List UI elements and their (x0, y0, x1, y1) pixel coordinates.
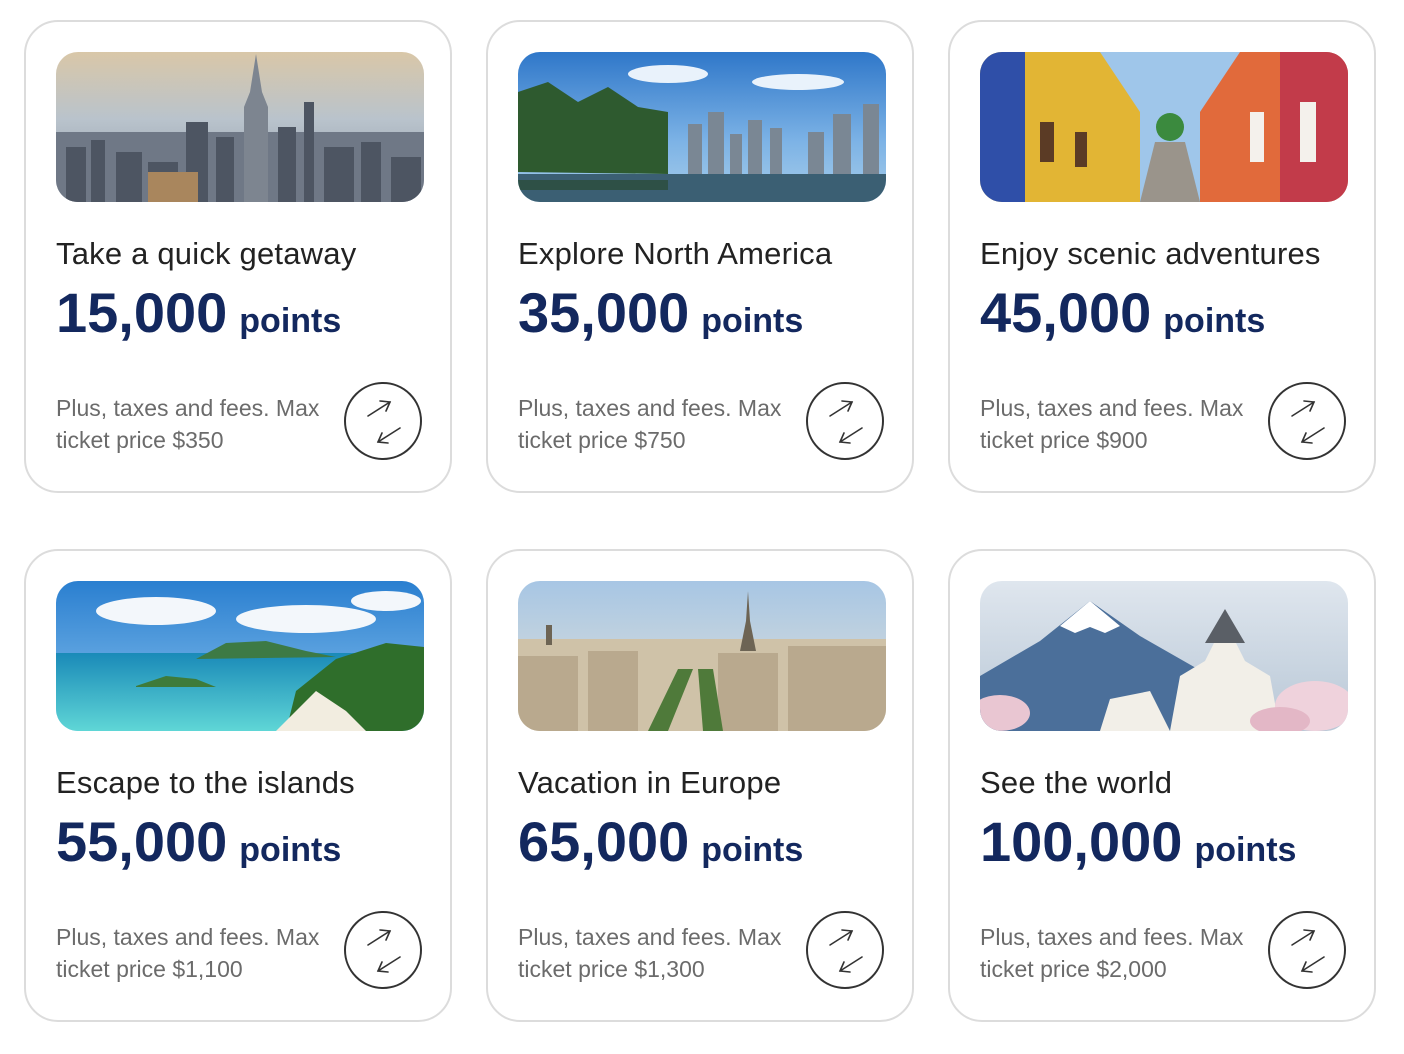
offer-card[interactable]: Vacation in Europe 65,000 points Plus, ta… (486, 549, 914, 1022)
colorful-street-image (980, 52, 1348, 202)
points-number: 35,000 (518, 281, 690, 344)
card-title: See the world (980, 765, 1173, 800)
fine-print-line: Plus, taxes and fees. Max (518, 395, 782, 421)
fine-print-line: ticket price $900 (980, 427, 1148, 453)
offer-card[interactable]: Escape to the islands 55,000 points Plus,… (24, 549, 452, 1022)
points-number: 100,000 (980, 810, 1183, 873)
points-number: 65,000 (518, 810, 690, 873)
points-amount: 15,000 points (56, 280, 341, 345)
fine-print-line: ticket price $1,100 (56, 956, 243, 982)
fine-print-line: Plus, taxes and fees. Max (56, 395, 320, 421)
points-amount: 65,000 points (518, 809, 803, 874)
flip-card-button[interactable] (806, 911, 884, 989)
flip-card-button[interactable] (344, 911, 422, 989)
offer-card[interactable]: Enjoy scenic adventures 45,000 points Plu… (948, 20, 1376, 493)
points-unit: points (1163, 302, 1266, 340)
paris-eiffel-tower-image (518, 581, 886, 731)
fine-print-line: Plus, taxes and fees. Max (56, 924, 320, 950)
offer-grid: Take a quick getaway 15,000 points Plus, … (0, 0, 1404, 1054)
offer-card[interactable]: Explore North America 35,000 points Plus,… (486, 20, 914, 493)
fine-print-line: ticket price $1,300 (518, 956, 705, 982)
points-unit: points (701, 302, 804, 340)
card-title: Enjoy scenic adventures (980, 236, 1321, 271)
flip-arrows-icon (829, 929, 863, 973)
points-unit: points (701, 831, 804, 869)
fine-print-line: Plus, taxes and fees. Max (980, 395, 1244, 421)
points-number: 15,000 (56, 281, 228, 344)
flip-arrows-icon (1291, 400, 1325, 444)
flip-arrows-icon (367, 400, 401, 444)
fine-print: Plus, taxes and fees. Max ticket price $… (56, 392, 346, 456)
fine-print: Plus, taxes and fees. Max ticket price $… (56, 921, 346, 985)
points-amount: 35,000 points (518, 280, 803, 345)
offer-card[interactable]: Take a quick getaway 15,000 points Plus, … (24, 20, 452, 493)
fine-print: Plus, taxes and fees. Max ticket price $… (980, 921, 1270, 985)
flip-arrows-icon (829, 400, 863, 444)
offer-card[interactable]: See the world 100,000 points Plus, taxes … (948, 549, 1376, 1022)
points-unit: points (1194, 831, 1297, 869)
fine-print: Plus, taxes and fees. Max ticket price $… (518, 921, 808, 985)
card-title: Vacation in Europe (518, 765, 782, 800)
flip-card-button[interactable] (1268, 382, 1346, 460)
vancouver-skyline-image (518, 52, 886, 202)
flip-card-button[interactable] (806, 382, 884, 460)
fine-print-line: ticket price $2,000 (980, 956, 1167, 982)
fine-print-line: ticket price $350 (56, 427, 224, 453)
flip-arrows-icon (1291, 929, 1325, 973)
mount-fuji-castle-image (980, 581, 1348, 731)
points-unit: points (239, 831, 342, 869)
flip-arrows-icon (367, 929, 401, 973)
fine-print-line: ticket price $750 (518, 427, 686, 453)
card-title: Explore North America (518, 236, 833, 271)
points-amount: 55,000 points (56, 809, 341, 874)
points-amount: 100,000 points (980, 809, 1296, 874)
points-amount: 45,000 points (980, 280, 1265, 345)
fine-print-line: Plus, taxes and fees. Max (518, 924, 782, 950)
tropical-beach-image (56, 581, 424, 731)
flip-card-button[interactable] (344, 382, 422, 460)
fine-print-line: Plus, taxes and fees. Max (980, 924, 1244, 950)
fine-print: Plus, taxes and fees. Max ticket price $… (980, 392, 1270, 456)
flip-card-button[interactable] (1268, 911, 1346, 989)
points-unit: points (239, 302, 342, 340)
points-number: 45,000 (980, 281, 1152, 344)
points-number: 55,000 (56, 810, 228, 873)
card-title: Escape to the islands (56, 765, 355, 800)
fine-print: Plus, taxes and fees. Max ticket price $… (518, 392, 808, 456)
new-york-skyline-image (56, 52, 424, 202)
card-title: Take a quick getaway (56, 236, 357, 271)
